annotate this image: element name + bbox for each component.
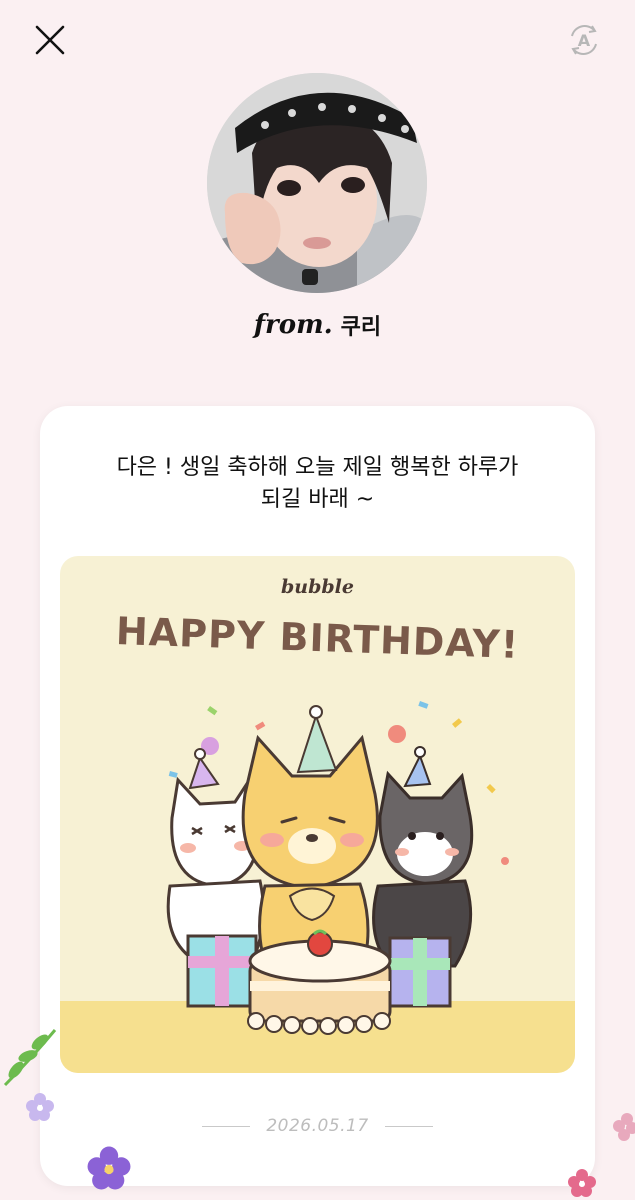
sender-avatar xyxy=(207,73,427,293)
happy-birthday-title: HAPPY BIRTHDAY! xyxy=(115,608,520,668)
birthday-sticker: bubble HAPPY BIRTHDAY! xyxy=(60,556,575,1073)
flower-decoration-icon xyxy=(87,1146,131,1190)
date-divider-left xyxy=(202,1125,251,1127)
close-button[interactable] xyxy=(32,22,68,58)
translate-letter: A xyxy=(578,31,591,50)
letter-date: 2026.05.17 xyxy=(266,1116,369,1136)
letter-message: 다은 ! 생일 축하해 오늘 제일 행복한 하루가 되길 바래 ~ xyxy=(116,455,519,512)
flower-decoration-icon xyxy=(568,1169,596,1197)
translate-button[interactable]: A xyxy=(566,22,602,58)
letter-card: 다은 ! 생일 축하해 오늘 제일 행복한 하루가 되길 바래 ~ bubble… xyxy=(40,406,595,1186)
flower-decoration-icon xyxy=(613,1113,635,1141)
top-bar: A xyxy=(0,0,635,80)
from-label: from. xyxy=(253,310,333,340)
letter-date-row: 2026.05.17 xyxy=(40,1114,595,1138)
birthday-illustration xyxy=(166,701,509,1035)
close-icon xyxy=(35,25,65,55)
bubble-logo: bubble xyxy=(281,576,354,598)
flower-decoration-icon xyxy=(26,1093,54,1121)
leaf-decoration-icon xyxy=(3,1029,57,1087)
sender-name: 쿠리 xyxy=(340,315,382,340)
sender-row: from. 쿠리 xyxy=(0,305,635,345)
date-divider-right xyxy=(384,1125,433,1127)
translate-icon: A xyxy=(571,25,597,55)
